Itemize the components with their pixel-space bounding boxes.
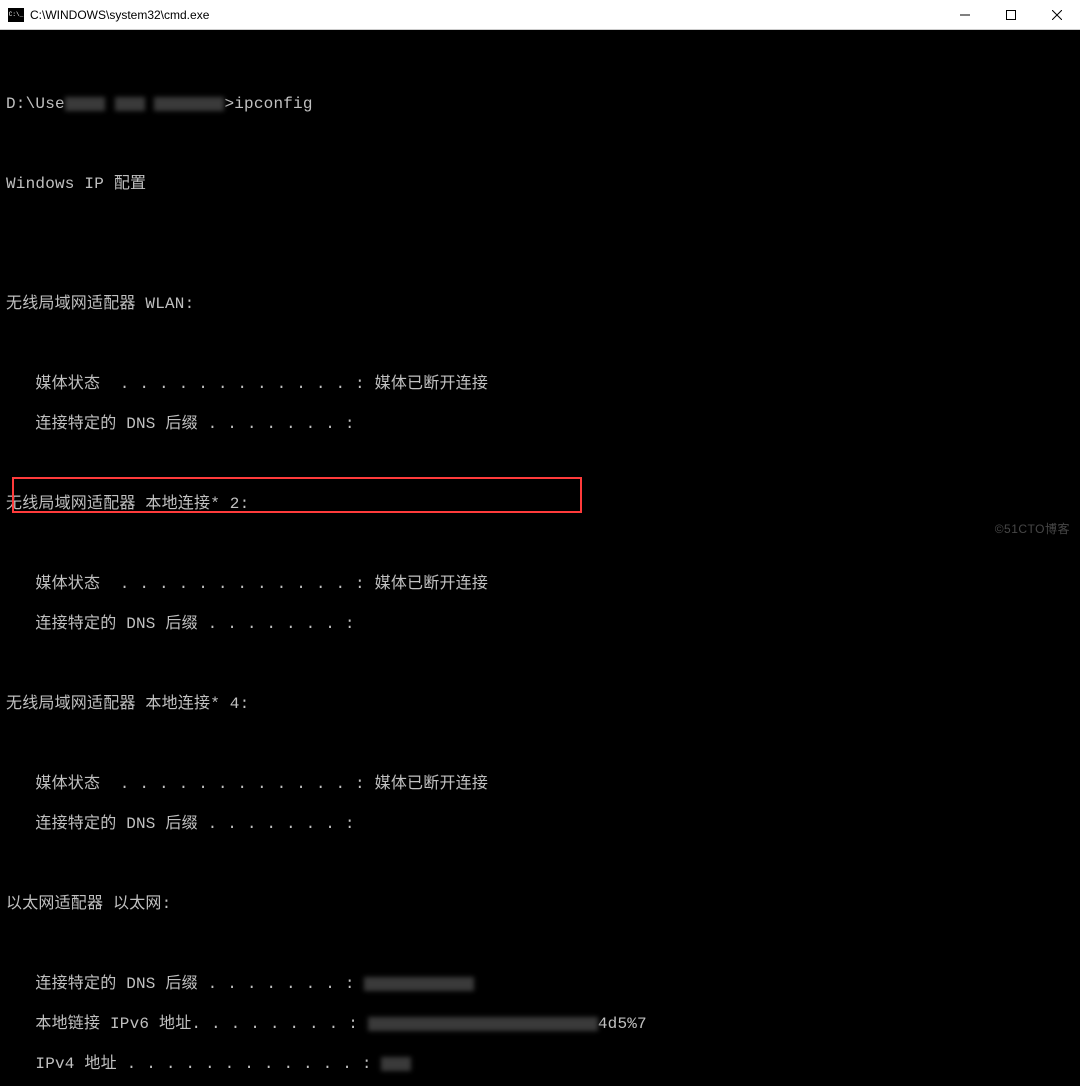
adapter-title: 以太网适配器 以太网:: [6, 894, 1074, 914]
blank-line: [6, 934, 1074, 954]
minimize-button[interactable]: [942, 0, 988, 29]
adapter-title: 无线局域网适配器 本地连接* 4:: [6, 694, 1074, 714]
blank-line: [6, 214, 1074, 234]
blank-line: [6, 734, 1074, 754]
adapter-title: 无线局域网适配器 本地连接* 2:: [6, 494, 1074, 514]
adapter-line: 连接特定的 DNS 后缀 . . . . . . . :: [6, 614, 1074, 634]
maximize-button[interactable]: [988, 0, 1034, 29]
terminal-output[interactable]: D:\Use >ipconfig Windows IP 配置 无线局域网适配器 …: [0, 30, 1080, 1086]
blank-line: [6, 854, 1074, 874]
adapter-title: 无线局域网适配器 WLAN:: [6, 294, 1074, 314]
prompt-line: D:\Use >ipconfig: [6, 94, 1074, 114]
adapter-line: 媒体状态 . . . . . . . . . . . . : 媒体已断开连接: [6, 574, 1074, 594]
adapter-line: 连接特定的 DNS 后缀 . . . . . . . :: [6, 974, 1074, 994]
blank-line: [6, 654, 1074, 674]
blank-line: [6, 254, 1074, 274]
watermark: ©51CTO博客: [995, 520, 1070, 537]
blank-line: [6, 534, 1074, 554]
window-controls: [942, 0, 1080, 29]
blank-line: [6, 454, 1074, 474]
close-button[interactable]: [1034, 0, 1080, 29]
adapter-line: 本地链接 IPv6 地址. . . . . . . . : 4d5%7: [6, 1014, 1074, 1034]
ipconfig-header: Windows IP 配置: [6, 174, 1074, 194]
adapter-line: 连接特定的 DNS 后缀 . . . . . . . :: [6, 414, 1074, 434]
adapter-line: 媒体状态 . . . . . . . . . . . . : 媒体已断开连接: [6, 774, 1074, 794]
titlebar[interactable]: C:\WINDOWS\system32\cmd.exe: [0, 0, 1080, 30]
blank-line: [6, 134, 1074, 154]
cmd-icon: [8, 8, 24, 22]
adapter-line: 连接特定的 DNS 后缀 . . . . . . . :: [6, 814, 1074, 834]
adapter-line: IPv4 地址 . . . . . . . . . . . . :: [6, 1054, 1074, 1074]
blank-line: [6, 54, 1074, 74]
adapter-line: 媒体状态 . . . . . . . . . . . . : 媒体已断开连接: [6, 374, 1074, 394]
blank-line: [6, 334, 1074, 354]
window-title: C:\WINDOWS\system32\cmd.exe: [30, 8, 942, 22]
